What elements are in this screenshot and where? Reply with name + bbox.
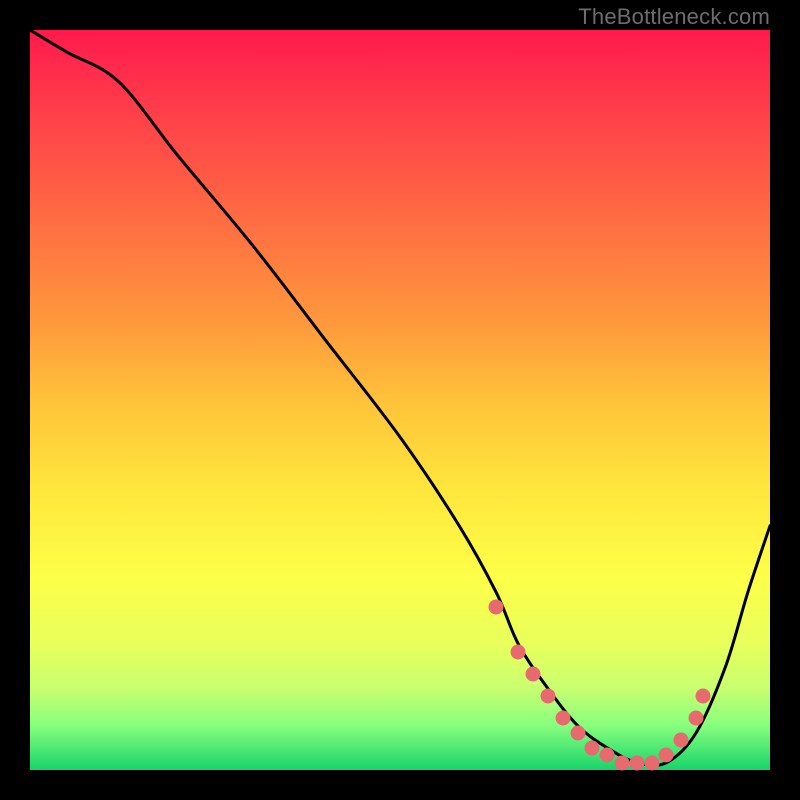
highlight-marker bbox=[674, 733, 689, 748]
highlight-marker bbox=[489, 600, 504, 615]
highlight-marker bbox=[696, 689, 711, 704]
highlight-marker bbox=[555, 711, 570, 726]
highlight-marker bbox=[629, 755, 644, 770]
highlight-marker bbox=[526, 666, 541, 681]
highlight-marker bbox=[644, 755, 659, 770]
chart-canvas bbox=[30, 30, 770, 770]
attribution-text: TheBottleneck.com bbox=[578, 4, 770, 30]
highlight-marker bbox=[511, 644, 526, 659]
highlight-marker bbox=[570, 726, 585, 741]
highlight-marker bbox=[541, 689, 556, 704]
highlight-marker bbox=[689, 711, 704, 726]
highlight-marker bbox=[585, 740, 600, 755]
highlight-marker bbox=[659, 748, 674, 763]
highlight-marker bbox=[615, 755, 630, 770]
chart-svg bbox=[30, 30, 770, 770]
highlight-marker bbox=[600, 748, 615, 763]
bottleneck-curve-path bbox=[30, 30, 770, 765]
